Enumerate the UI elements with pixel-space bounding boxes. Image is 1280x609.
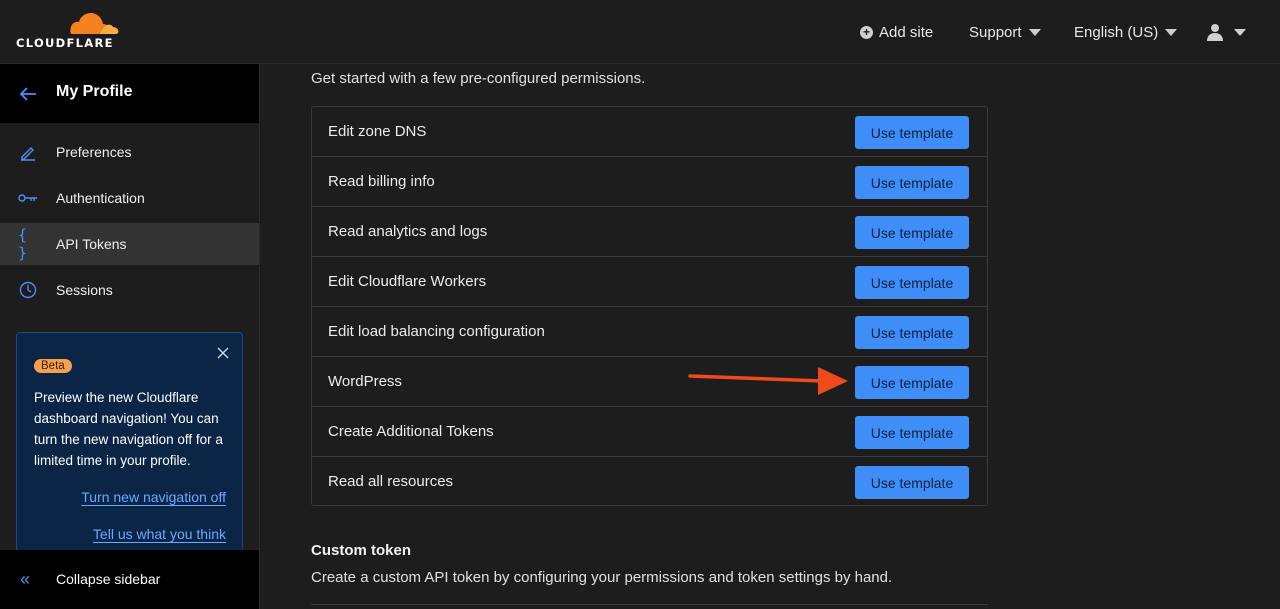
cloudflare-logo[interactable]: CLOUDFLARE <box>16 10 126 50</box>
chevron-down-icon <box>1234 28 1246 36</box>
use-template-button[interactable]: Use template <box>855 316 969 349</box>
sidebar-item-authentication[interactable]: Authentication <box>0 177 259 219</box>
sidebar-item-sessions[interactable]: Sessions <box>0 269 259 311</box>
sidebar-item-label: Sessions <box>56 282 113 298</box>
support-label: Support <box>969 23 1022 41</box>
language-dropdown[interactable]: English (US) <box>1074 20 1178 44</box>
annotation-arrow-icon <box>688 367 848 395</box>
sidebar-item-api-tokens[interactable]: { } API Tokens <box>0 223 259 265</box>
chevron-down-icon <box>1165 28 1178 36</box>
table-row: Edit Cloudflare Workers Use template <box>312 257 987 307</box>
sidebar: My Profile Preferences Authentication { … <box>0 64 260 609</box>
beta-navigation-card: Beta Preview the new Cloudflare dashboar… <box>16 332 243 554</box>
table-row: Read all resources Use template <box>312 457 987 507</box>
pencil-icon <box>18 142 38 162</box>
use-template-button[interactable]: Use template <box>855 266 969 299</box>
user-icon <box>1207 24 1223 41</box>
template-name: Edit Cloudflare Workers <box>328 273 487 290</box>
table-row: Read billing info Use template <box>312 157 987 207</box>
turn-new-navigation-off-link[interactable]: Turn new navigation off <box>81 489 226 505</box>
double-chevron-left-icon: « <box>20 569 31 589</box>
plus-circle-icon: + <box>860 25 873 39</box>
sidebar-item-label: Preferences <box>56 144 132 160</box>
use-template-button[interactable]: Use template <box>855 466 969 499</box>
sidebar-item-preferences[interactable]: Preferences <box>0 131 259 173</box>
logo-wordmark: CLOUDFLARE <box>16 36 114 50</box>
use-template-button[interactable]: Use template <box>855 416 969 449</box>
templates-intro: Get started with a few pre-configured pe… <box>311 70 646 87</box>
close-icon[interactable] <box>217 347 229 359</box>
custom-token-description: Create a custom API token by configuring… <box>311 569 893 586</box>
chevron-down-icon <box>1028 28 1041 36</box>
support-dropdown[interactable]: Support <box>969 20 1041 44</box>
template-name: Edit load balancing configuration <box>328 323 545 340</box>
table-row: Read analytics and logs Use template <box>312 207 987 257</box>
table-row: WordPress Use template <box>312 357 987 407</box>
top-navigation-bar: CLOUDFLARE + Add site Support English (U… <box>0 0 1280 64</box>
feedback-link[interactable]: Tell us what you think <box>93 526 226 542</box>
sidebar-header: My Profile <box>0 64 259 123</box>
table-row: Edit zone DNS Use template <box>312 107 987 157</box>
beta-description: Preview the new Cloudflare dashboard nav… <box>34 390 223 468</box>
sidebar-item-label: API Tokens <box>56 236 127 252</box>
collapse-sidebar-button[interactable]: « Collapse sidebar <box>0 550 259 609</box>
beta-badge: Beta <box>34 359 72 373</box>
api-token-templates-table: Edit zone DNS Use template Read billing … <box>311 106 988 506</box>
key-icon <box>18 188 38 208</box>
table-row: Edit load balancing configuration Use te… <box>312 307 987 357</box>
sidebar-title: My Profile <box>56 83 133 100</box>
language-label: English (US) <box>1074 23 1159 41</box>
custom-token-title: Custom token <box>311 542 412 559</box>
use-template-button[interactable]: Use template <box>855 216 969 249</box>
template-name: Edit zone DNS <box>328 123 427 140</box>
template-name: Read all resources <box>328 473 454 490</box>
cloud-icon <box>70 13 119 34</box>
user-menu[interactable] <box>1206 20 1246 44</box>
back-arrow-icon[interactable] <box>18 84 38 104</box>
use-template-button[interactable]: Use template <box>855 366 969 399</box>
add-site-label: Add site <box>879 23 934 41</box>
template-name: Read billing info <box>328 173 435 190</box>
use-template-button[interactable]: Use template <box>855 166 969 199</box>
template-name: WordPress <box>328 373 402 390</box>
template-name: Read analytics and logs <box>328 223 488 240</box>
braces-icon: { } <box>18 226 28 262</box>
template-name: Create Additional Tokens <box>328 423 494 440</box>
divider <box>311 604 988 605</box>
use-template-button[interactable]: Use template <box>855 116 969 149</box>
collapse-sidebar-label: Collapse sidebar <box>56 571 161 587</box>
table-row: Create Additional Tokens Use template <box>312 407 987 457</box>
clock-icon <box>18 280 38 300</box>
sidebar-item-label: Authentication <box>56 190 145 206</box>
add-site-button[interactable]: + Add site <box>860 20 933 44</box>
